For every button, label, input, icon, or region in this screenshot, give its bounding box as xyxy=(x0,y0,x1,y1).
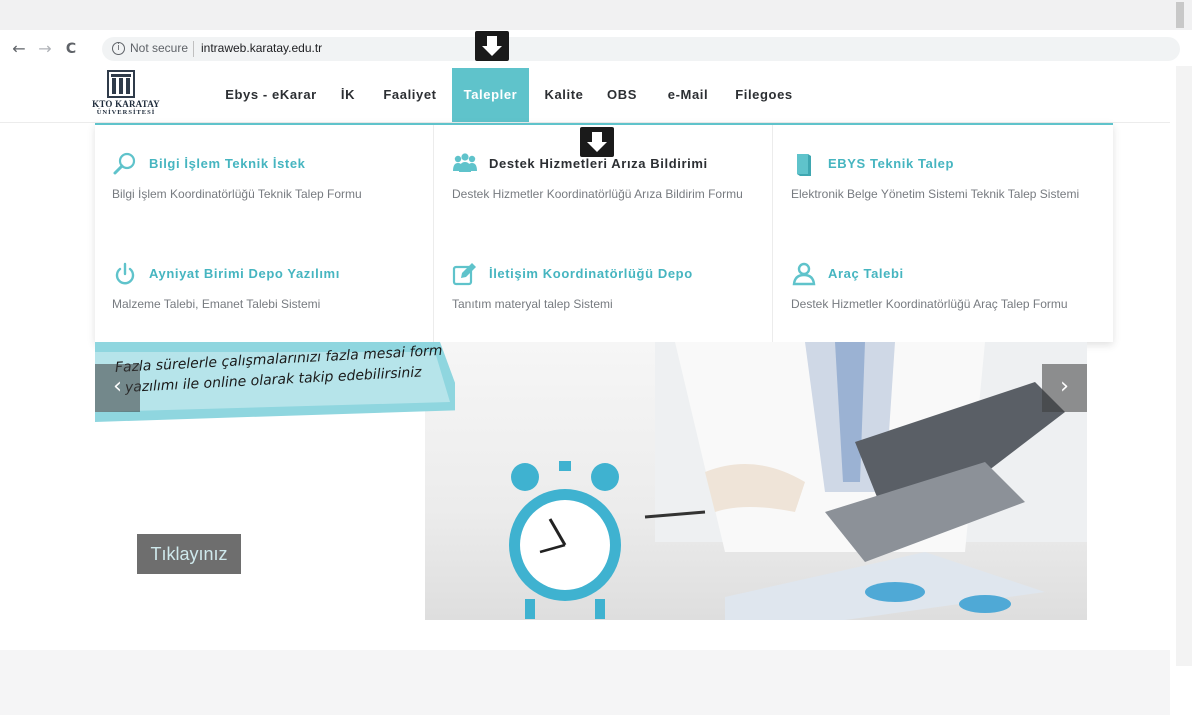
address-separator xyxy=(193,41,194,57)
dropdown-item-title[interactable]: Araç Talebi xyxy=(828,266,904,281)
slide-image xyxy=(425,342,1087,620)
browser-toolbar: ← → C i Not secure intraweb.karatay.edu.… xyxy=(0,30,1192,68)
window-edge xyxy=(1176,2,1184,28)
browser-tab-strip xyxy=(0,0,1192,30)
dropdown-item-ayniyat[interactable]: Ayniyat Birimi Depo Yazılımı Malzeme Tal… xyxy=(112,261,432,321)
column-divider xyxy=(433,125,434,342)
menu-item-faaliyet[interactable]: Faaliyet xyxy=(376,68,444,122)
logo-line-2: ÜNİVERSİTESİ xyxy=(96,109,156,116)
edit-icon xyxy=(452,263,476,286)
university-logo[interactable]: KTO KARATAY ÜNİVERSİTESİ xyxy=(81,70,171,120)
dropdown-item-desc: Elektronik Belge Yönetim Sistemi Teknik … xyxy=(791,187,1080,201)
arrow-down-icon xyxy=(475,31,509,61)
reload-button[interactable]: C xyxy=(62,39,80,59)
forward-button[interactable]: → xyxy=(36,39,54,59)
menu-item-ebys[interactable]: Ebys - eKarar xyxy=(216,68,326,122)
url-text[interactable]: intraweb.karatay.edu.tr xyxy=(201,41,322,55)
menu-item-ik[interactable]: İK xyxy=(334,68,362,122)
dropdown-item-title[interactable]: EBYS Teknik Talep xyxy=(828,156,954,171)
dropdown-item-iletisim[interactable]: İletişim Koordinatörlüğü Depo Tanıtım ma… xyxy=(452,261,772,321)
menu-item-kalite[interactable]: Kalite xyxy=(536,68,592,122)
info-icon[interactable]: i xyxy=(112,42,125,55)
dropdown-item-title[interactable]: İletişim Koordinatörlüğü Depo xyxy=(489,266,693,281)
menu-item-obs[interactable]: OBS xyxy=(603,68,641,122)
arrow-down-icon xyxy=(580,127,614,157)
building-icon xyxy=(107,70,135,98)
dropdown-item-title[interactable]: Ayniyat Birimi Depo Yazılımı xyxy=(149,266,340,281)
hero-slider: Fazla sürelerle çalışmalarınızı fazla me… xyxy=(95,342,1087,620)
cta-button[interactable]: Tıklayınız xyxy=(137,534,241,574)
menu-item-email[interactable]: e-Mail xyxy=(658,68,718,122)
dropdown-item-desc: Destek Hizmetler Koordinatörlüğü Arıza B… xyxy=(452,187,743,201)
document-icon xyxy=(797,154,811,176)
alarm-clock-icon xyxy=(509,461,621,619)
dropdown-item-desc: Tanıtım materyal talep Sistemi xyxy=(452,297,613,311)
dropdown-item-ebys[interactable]: EBYS Teknik Talep Elektronik Belge Yönet… xyxy=(791,151,1111,211)
column-divider xyxy=(772,125,773,342)
dropdown-item-title[interactable]: Bilgi İşlem Teknik İstek xyxy=(149,156,306,171)
dropdown-item-title[interactable]: Destek Hizmetleri Arıza Bildirimi xyxy=(489,156,708,171)
user-icon xyxy=(792,262,816,286)
dropdown-item-bilgi-islem[interactable]: Bilgi İşlem Teknik İstek Bilgi İşlem Koo… xyxy=(112,151,432,211)
page-footer-band xyxy=(0,650,1170,715)
browser-window: ← → C i Not secure intraweb.karatay.edu.… xyxy=(0,0,1192,715)
back-button[interactable]: ← xyxy=(10,39,28,59)
site-header: KTO KARATAY ÜNİVERSİTESİ Ebys - eKarar İ… xyxy=(0,68,1170,123)
power-icon xyxy=(115,262,135,285)
dropdown-item-desc: Malzeme Talebi, Emanet Talebi Sistemi xyxy=(112,297,321,311)
dropdown-item-desc: Destek Hizmetler Koordinatörlüğü Araç Ta… xyxy=(791,297,1068,311)
security-status: Not secure xyxy=(130,41,189,55)
address-bar[interactable]: i Not secure intraweb.karatay.edu.tr xyxy=(102,37,1180,61)
right-gutter xyxy=(1176,66,1192,666)
menu-item-talepler[interactable]: Talepler xyxy=(452,68,529,122)
users-icon xyxy=(453,153,477,172)
search-icon xyxy=(113,152,136,175)
slider-next-button[interactable]: › xyxy=(1042,364,1087,412)
logo-line-1: KTO KARATAY xyxy=(92,99,160,109)
menu-item-filegoes[interactable]: Filegoes xyxy=(728,68,800,122)
slider-prev-button[interactable]: ‹ xyxy=(95,364,140,412)
dropdown-item-destek[interactable]: Destek Hizmetleri Arıza Bildirimi Destek… xyxy=(452,151,772,211)
dropdown-item-desc: Bilgi İşlem Koordinatörlüğü Teknik Talep… xyxy=(112,187,362,201)
dropdown-item-arac[interactable]: Araç Talebi Destek Hizmetler Koordinatör… xyxy=(791,261,1111,321)
